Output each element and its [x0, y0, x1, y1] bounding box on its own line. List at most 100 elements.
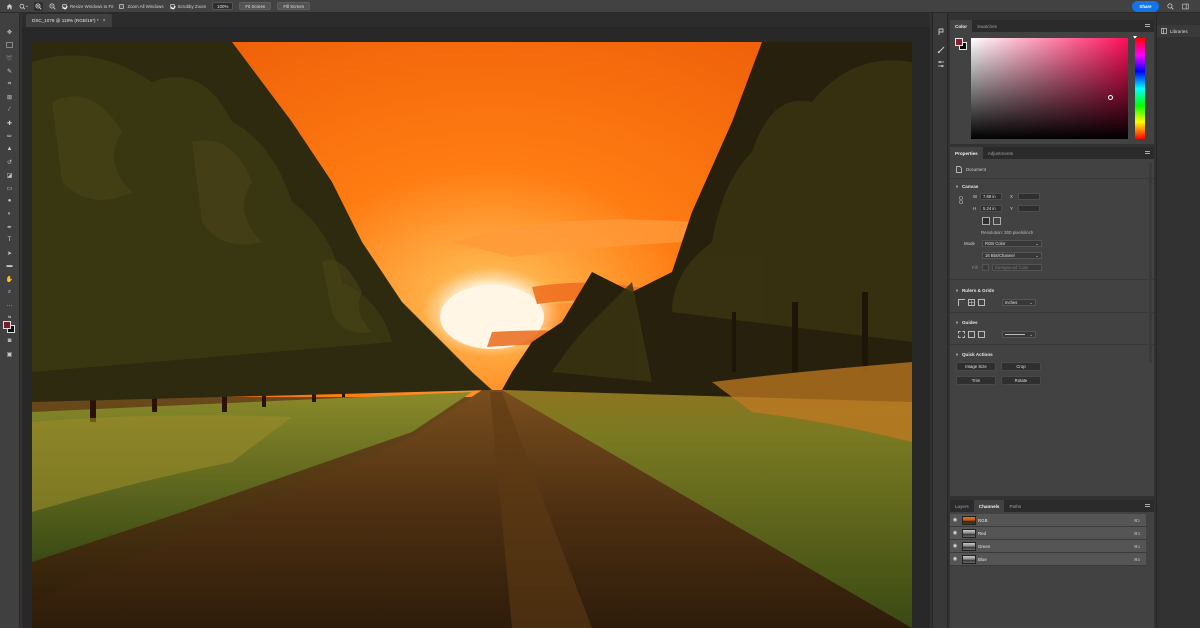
workspace-icon[interactable] [1180, 0, 1190, 13]
guides-from-shape-icon[interactable] [978, 331, 985, 338]
rotate-button[interactable]: Rotate [1001, 376, 1041, 385]
ruler-icon[interactable] [958, 299, 965, 306]
tab-adjustments[interactable]: Adjustments [983, 147, 1018, 159]
hand-tool-icon[interactable]: ✋ [4, 274, 15, 284]
zoom-all-windows-checkbox[interactable]: Zoom All Windows [119, 3, 164, 9]
pen-tool-icon[interactable]: ✒ [4, 222, 15, 232]
visibility-eye-icon[interactable]: ◉ [950, 517, 960, 523]
color-picker-cursor[interactable] [1108, 95, 1113, 100]
lasso-tool-icon[interactable]: ➰ [4, 53, 15, 63]
tab-channels[interactable]: Channels [973, 500, 1005, 512]
document-image[interactable] [32, 42, 912, 628]
visibility-eye-icon[interactable]: ◉ [950, 543, 960, 549]
panel-menu-icon[interactable] [1145, 151, 1150, 154]
resize-windows-checkbox[interactable]: Resize Windows to Fit [62, 3, 113, 9]
scrubby-zoom-label: Scrubby Zoom [177, 3, 207, 9]
clone-stamp-tool-icon[interactable]: ▲ [4, 144, 15, 154]
y-field[interactable] [1018, 205, 1040, 212]
eyedropper-tool-icon[interactable]: ⁄ [4, 105, 15, 115]
libraries-tab[interactable]: Libraries [1157, 25, 1200, 37]
guides-icon[interactable] [958, 331, 965, 338]
channel-row[interactable]: ◉ RGB ⌘2 [950, 514, 1146, 527]
fit-screen-button[interactable]: Fit Screen [239, 2, 272, 10]
screen-mode-icon[interactable]: ▣ [4, 349, 15, 359]
tab-paths[interactable]: Paths [1004, 500, 1026, 512]
guide-color-select[interactable]: ⌄ [1002, 331, 1036, 338]
trim-button[interactable]: Trim [956, 376, 996, 385]
home-icon[interactable] [6, 3, 13, 10]
close-icon[interactable]: × [103, 18, 106, 24]
quick-mask-icon[interactable]: ◙ [4, 336, 15, 346]
collapse-caret-icon: ▼ [955, 287, 959, 293]
default-colors-icon[interactable]: ⇆ [4, 311, 15, 321]
zoom-tool-icon[interactable]: ⌕ [4, 287, 15, 297]
color-saturation-field[interactable] [971, 38, 1128, 139]
adjustments-icon[interactable] [936, 59, 946, 69]
eraser-tool-icon[interactable]: ◪ [4, 170, 15, 180]
panel-menu-icon[interactable] [1145, 24, 1150, 27]
channel-row[interactable]: ◉ Red ⌘3 [950, 527, 1146, 540]
new-guide-layout-icon[interactable] [968, 331, 975, 338]
path-selection-tool-icon[interactable]: ➤ [4, 248, 15, 258]
document-tab[interactable]: DSC_1078 @ 119% (RGB/16*) * × [26, 14, 112, 27]
brush-tool-icon[interactable]: ✏ [4, 131, 15, 141]
more-tools-icon[interactable]: ··· [4, 301, 15, 311]
panel-menu-icon[interactable] [1145, 504, 1150, 507]
move-tool-icon[interactable]: ✥ [4, 27, 15, 37]
quick-actions-section-header[interactable]: ▼ Quick Actions [950, 349, 1154, 359]
scrubby-zoom-checkbox[interactable]: Scrubby Zoom [169, 3, 207, 9]
tab-color[interactable]: Color [950, 20, 972, 32]
brush-settings-icon[interactable] [936, 45, 946, 55]
foreground-color-swatch[interactable] [955, 38, 963, 46]
units-value: Inches [1005, 300, 1018, 305]
tab-layers[interactable]: Layers [950, 500, 974, 512]
gradient-tool-icon[interactable]: ▭ [4, 183, 15, 193]
properties-scrollbar[interactable] [1149, 163, 1152, 363]
rectangle-tool-icon[interactable]: ▬ [4, 261, 15, 271]
type-tool-icon[interactable]: T [4, 235, 15, 245]
visibility-eye-icon[interactable]: ◉ [950, 556, 960, 562]
canvas-section-header[interactable]: ▼ Canvas [950, 181, 1154, 191]
dodge-tool-icon[interactable]: ◐ [4, 209, 15, 219]
crop-tool-icon[interactable]: ⌗ [4, 79, 15, 89]
rulers-grids-row: Inches ⌄ [950, 298, 1154, 307]
zoom-out-icon[interactable] [49, 2, 56, 10]
width-field[interactable]: 7.88 in [980, 193, 1002, 200]
search-icon[interactable] [1165, 0, 1175, 13]
tab-properties[interactable]: Properties [950, 147, 983, 159]
zoom-tool-icon[interactable] [19, 3, 28, 10]
history-panel-icon[interactable] [936, 27, 946, 37]
quick-selection-tool-icon[interactable]: ✎ [4, 66, 15, 76]
channel-row[interactable]: ◉ Green ⌘4 [950, 540, 1146, 553]
channel-row[interactable]: ◉ Blue ⌘5 [950, 553, 1146, 566]
zoom-in-icon[interactable] [34, 1, 43, 11]
share-button[interactable]: Share [1132, 1, 1159, 12]
portrait-orientation-icon[interactable] [982, 216, 990, 225]
healing-brush-tool-icon[interactable]: ✚ [4, 118, 15, 128]
fill-screen-button[interactable]: Fill Screen [277, 2, 311, 10]
collapse-caret-icon: ▼ [955, 319, 959, 325]
landscape-orientation-icon[interactable] [993, 216, 1001, 225]
x-field[interactable] [1018, 193, 1040, 200]
visibility-eye-icon[interactable]: ◉ [950, 530, 960, 536]
zoom-value-field[interactable]: 100% [212, 2, 234, 10]
hue-slider[interactable] [1135, 38, 1145, 139]
pixel-grid-icon[interactable] [978, 299, 985, 306]
guides-section-header[interactable]: ▼ Guides [950, 317, 1154, 327]
tab-swatches[interactable]: Swatches [972, 20, 1002, 32]
properties-panel-tabs: Properties Adjustments [950, 147, 1154, 159]
foreground-color-swatch[interactable] [3, 321, 11, 329]
grid-icon[interactable] [968, 299, 975, 306]
bit-depth-select[interactable]: 16 Bits/Channel ⌄ [982, 252, 1042, 259]
units-select[interactable]: Inches ⌄ [1002, 299, 1036, 306]
chain-link-icon[interactable] [959, 196, 963, 204]
mode-select[interactable]: RGB Color ⌄ [982, 240, 1042, 247]
history-brush-tool-icon[interactable]: ↺ [4, 157, 15, 167]
rulers-grids-section-header[interactable]: ▼ Rulers & Grids [950, 285, 1154, 295]
frame-tool-icon[interactable]: ⊠ [4, 92, 15, 102]
image-size-button[interactable]: Image Size [956, 362, 996, 371]
crop-button[interactable]: Crop [1001, 362, 1041, 371]
height-field[interactable]: 5.24 in [980, 205, 1002, 212]
blur-tool-icon[interactable]: ● [4, 196, 15, 206]
marquee-tool-icon[interactable] [4, 40, 15, 50]
